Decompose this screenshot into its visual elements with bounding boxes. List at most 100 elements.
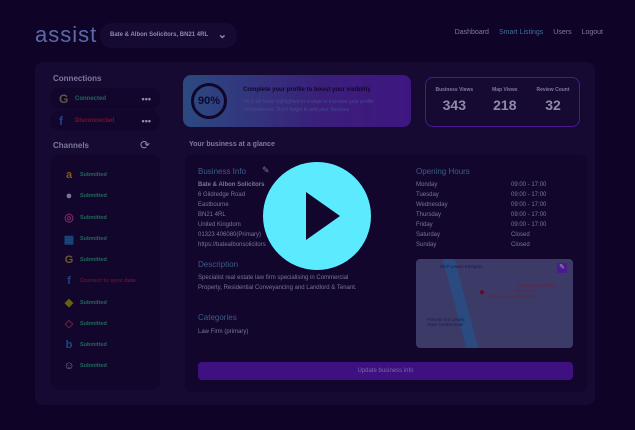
facebook-icon: f <box>59 113 63 128</box>
day: Sunday <box>416 242 437 248</box>
chevron-down-icon: ⌄ <box>217 29 227 41</box>
channel-status: Connect to sync data <box>80 278 136 284</box>
progress-ring: 90% <box>191 83 227 119</box>
hours-row: Thursday 09:00 - 17:00 <box>416 210 551 220</box>
instagram-icon: ◎ <box>64 212 74 225</box>
nav-logout[interactable]: Logout <box>582 29 603 36</box>
airbnb-icon: ◇ <box>64 318 74 331</box>
hours-row: Wednesday 09:00 - 17:00 <box>416 200 551 210</box>
hours-row: Monday 09:00 - 17:00 <box>416 180 551 190</box>
opening-hours-list: Monday 09:00 - 17:00 Tuesday 09:00 - 17:00 W… <box>416 180 551 250</box>
channel-status: Submitted <box>80 256 107 263</box>
channel-item[interactable]: ◇ Submitted <box>58 317 107 330</box>
stat-label: Business Views <box>435 87 474 93</box>
channel-status: Submitted <box>80 320 107 327</box>
hours: 09:00 - 17:00 <box>511 202 547 208</box>
more-icon[interactable]: ••• <box>142 116 151 126</box>
connection-facebook: f Disconnected ••• <box>50 110 160 131</box>
channel-status: Submitted <box>80 362 107 369</box>
stat-business-views: Business Views 343 <box>435 87 473 126</box>
channel-item[interactable]: f Connect to sync data <box>58 275 136 287</box>
business-info-title: Business Info <box>198 167 247 176</box>
glance-title: Your business at a glance <box>189 141 275 148</box>
channels-title: Channels <box>53 141 90 150</box>
hours: 09:00 - 17:00 <box>511 182 547 188</box>
bing-icon: b <box>65 338 73 351</box>
channel-item[interactable]: ◎ Submitted <box>58 211 107 224</box>
business-select[interactable]: Bate & Albon Solicitors, BN21 4RL ⌄ <box>100 23 237 48</box>
hours: Closed <box>511 242 530 248</box>
hours-row: Friday 09:00 - 17:00 <box>416 220 551 230</box>
map[interactable]: NCP Lewes Eastgate Trading Post Coffee R… <box>416 259 573 348</box>
windows-icon: ▦ <box>63 233 75 246</box>
hours: 09:00 - 17:00 <box>511 212 547 218</box>
stat-label: Map Views <box>492 87 518 93</box>
stat-label: Review Count <box>536 87 570 93</box>
map-label: NCP Lewes Eastgate <box>440 264 483 269</box>
channel-item[interactable]: b Submitted <box>58 339 107 351</box>
channel-item[interactable]: a Submitted <box>58 169 107 181</box>
logo-text: assist <box>35 22 98 47</box>
apple-icon: ● <box>65 190 73 203</box>
connections-title: Connections <box>53 74 102 83</box>
profile-description: Fill in all fields highlighted in orange… <box>243 99 374 113</box>
channel-item[interactable]: G Submitted <box>58 254 107 266</box>
hours: 09:00 - 17:00 <box>511 192 547 198</box>
hours-row: Sunday Closed <box>416 240 551 250</box>
channel-status: Submitted <box>80 172 107 178</box>
opening-hours-title: Opening Hours <box>416 167 470 176</box>
google-icon: G <box>64 253 74 266</box>
map-label: Premier Inn Lewes Town Centre hotel <box>427 317 465 327</box>
play-icon[interactable] <box>263 162 371 270</box>
edit-map-icon[interactable]: ✎ <box>557 263 567 273</box>
update-business-info-button[interactable]: Update business info <box>198 362 573 380</box>
nav-users[interactable]: Users <box>553 29 571 36</box>
day: Friday <box>416 222 433 228</box>
channel-status: Submitted <box>80 214 107 221</box>
channel-status: Submitted <box>80 193 107 200</box>
hours: Closed <box>511 232 530 238</box>
facebook-icon: f <box>67 275 71 287</box>
channels-list: a Submitted ● Submitted ◎ Submitted ▦ Submitted… <box>50 155 160 390</box>
day: Tuesday <box>416 192 439 198</box>
stat-value: 32 <box>545 97 561 113</box>
top-nav: Dashboard Smart Listings Users Logout <box>455 29 603 36</box>
stat-map-views: Map Views 218 <box>492 87 517 126</box>
stat-value: 218 <box>493 97 517 113</box>
profile-title: Complete your profile to boost your visi… <box>243 87 371 93</box>
channel-item[interactable]: ● Submitted <box>58 190 107 202</box>
hours: 09:00 - 17:00 <box>511 222 547 228</box>
nav-dashboard[interactable]: Dashboard <box>455 29 489 36</box>
refresh-icon[interactable]: ⟳ <box>140 138 150 152</box>
description-title: Description <box>198 260 239 269</box>
google-icon: G <box>59 91 69 106</box>
channel-item[interactable]: ▦ Submitted <box>58 233 107 246</box>
day: Monday <box>416 182 438 188</box>
logo[interactable]: assist <box>35 22 97 48</box>
hours-row: Tuesday 09:00 - 17:00 <box>416 190 551 200</box>
map-pin-icon: ● <box>479 287 486 298</box>
day: Wednesday <box>416 202 448 208</box>
channel-item[interactable]: ◆ Submitted <box>58 296 107 309</box>
channel-status: Submitted <box>80 341 107 348</box>
channel-item[interactable]: ☺ Submitted <box>58 360 107 372</box>
stat-value: 343 <box>442 97 466 113</box>
river <box>442 259 482 348</box>
channel-status: Submitted <box>80 299 107 306</box>
stat-review-count: Review Count 32 <box>536 87 569 126</box>
more-icon[interactable]: ••• <box>142 94 151 104</box>
map-label: Bill's Lewes Restaurant <box>488 294 535 299</box>
connection-status: Disconnected <box>75 117 115 124</box>
amazon-icon: a <box>65 169 73 181</box>
edit-pencil-icon[interactable]: ✎ <box>262 165 270 176</box>
hours-row: Saturday Closed <box>416 230 551 240</box>
day: Thursday <box>416 212 442 218</box>
profile-completeness-card: 90% Complete your profile to boost your … <box>183 75 411 127</box>
connection-google: G Connected ••• <box>50 88 160 109</box>
nav-smart-listings[interactable]: Smart Listings <box>499 29 543 36</box>
categories-title: Categories <box>198 313 237 322</box>
business-select-value: Bate & Albon Solicitors, BN21 4RL <box>110 32 209 38</box>
waze-icon: ☺ <box>63 359 75 372</box>
channel-status: Submitted <box>80 236 107 243</box>
map-label: Trading Post Coffee Roasters <box>516 283 556 293</box>
